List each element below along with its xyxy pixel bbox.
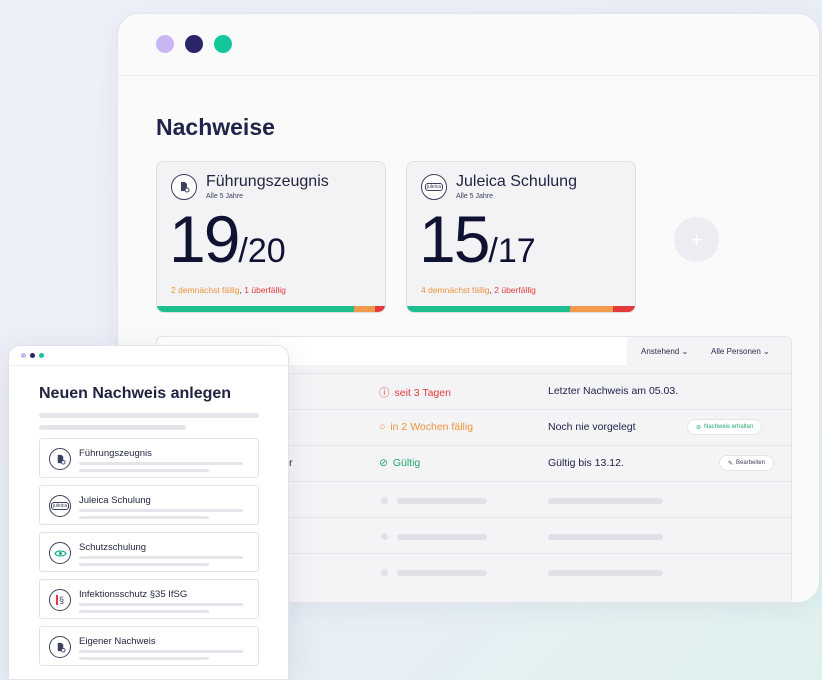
proof-type-option[interactable]: juleica Juleica Schulung	[39, 485, 259, 525]
window-dot-green	[39, 353, 44, 358]
dialog-titlebar	[9, 346, 288, 366]
row-info: Noch nie vorgelegt	[548, 421, 636, 433]
juleica-icon: juleica	[49, 495, 71, 517]
document-icon	[49, 636, 71, 658]
document-icon	[49, 448, 71, 470]
card-fuehrungszeugnis[interactable]: Führungszeugnis Alle 5 Jahre 19/20 2 dem…	[156, 161, 386, 313]
option-label: Juleica Schulung	[79, 495, 151, 506]
progress-overdue	[613, 306, 635, 312]
row-info: Gültig bis 13.12.	[548, 457, 624, 469]
row-status: ⓘ seit 3 Tagen	[379, 386, 451, 400]
progress-soon	[569, 306, 614, 312]
progress-overdue	[374, 306, 385, 312]
option-label: Schutzschulung	[79, 542, 147, 553]
pencil-icon: ✎	[728, 460, 734, 467]
window-dot-navy	[185, 35, 203, 53]
option-label: Infektionsschutz §35 IfSG	[79, 589, 188, 600]
filter-status-dropdown[interactable]: Anstehend ⌄	[641, 347, 688, 356]
card-progress-bar	[407, 306, 635, 312]
clock-icon: ○	[379, 421, 386, 433]
document-icon	[171, 174, 197, 200]
card-progress-bar	[157, 306, 385, 312]
eye-icon	[49, 542, 71, 564]
progress-ok	[157, 306, 354, 312]
row-info: Letzter Nachweis am 05.03.	[548, 385, 679, 397]
proof-type-option[interactable]: § Infektionsschutz §35 IfSG	[39, 579, 259, 619]
row-status: ○ in 2 Wochen fällig	[379, 421, 474, 433]
card-subtitle: Alle 5 Jahre	[456, 193, 493, 200]
check-circle-icon: ⊘	[696, 424, 702, 431]
proof-type-option[interactable]: Eigener Nachweis	[39, 626, 259, 666]
card-subtitle: Alle 5 Jahre	[206, 193, 243, 200]
proof-type-option[interactable]: Schutzschulung	[39, 532, 259, 572]
proof-type-option[interactable]: Führungszeugnis	[39, 438, 259, 478]
card-title: Juleica Schulung	[456, 173, 577, 190]
row-status: ⊘ Gültig	[379, 457, 421, 469]
new-proof-dialog: Neuen Nachweis anlegen Führungszeugnis j…	[8, 345, 289, 680]
add-card-button[interactable]: +	[674, 217, 719, 262]
card-title: Führungszeugnis	[206, 173, 329, 190]
check-circle-icon: ⊘	[379, 457, 388, 469]
window-dot-navy	[30, 353, 35, 358]
alert-icon: ⓘ	[379, 387, 390, 399]
proof-received-button[interactable]: ⊘ Nachweis erhalten	[687, 419, 763, 435]
option-label: Eigener Nachweis	[79, 636, 156, 647]
text-placeholder	[39, 413, 259, 418]
card-count: 19/20	[169, 202, 286, 276]
row-name-fragment: r	[289, 457, 293, 469]
page-title: Nachweise	[156, 114, 275, 140]
window-titlebar	[118, 14, 819, 76]
card-juleica[interactable]: juleica Juleica Schulung Alle 5 Jahre 15…	[406, 161, 636, 313]
card-status: 2 demnächst fällig, 1 überfällig	[171, 285, 286, 295]
filter-persons-dropdown[interactable]: Alle Personen ⌄	[711, 347, 770, 356]
edit-button[interactable]: ✎ Bearbeiten	[719, 455, 775, 471]
window-dot-lavender	[156, 35, 174, 53]
paragraph-icon: §	[49, 589, 71, 611]
card-status: 4 demnächst fällig, 2 überfällig	[421, 285, 536, 295]
option-label: Führungszeugnis	[79, 448, 152, 459]
window-dot-green	[214, 35, 232, 53]
text-placeholder	[39, 425, 186, 430]
juleica-icon: juleica	[421, 174, 447, 200]
card-count: 15/17	[419, 202, 536, 276]
window-dot-lavender	[21, 353, 26, 358]
progress-ok	[407, 306, 570, 312]
progress-soon	[353, 306, 375, 312]
dialog-title: Neuen Nachweis anlegen	[39, 385, 232, 402]
